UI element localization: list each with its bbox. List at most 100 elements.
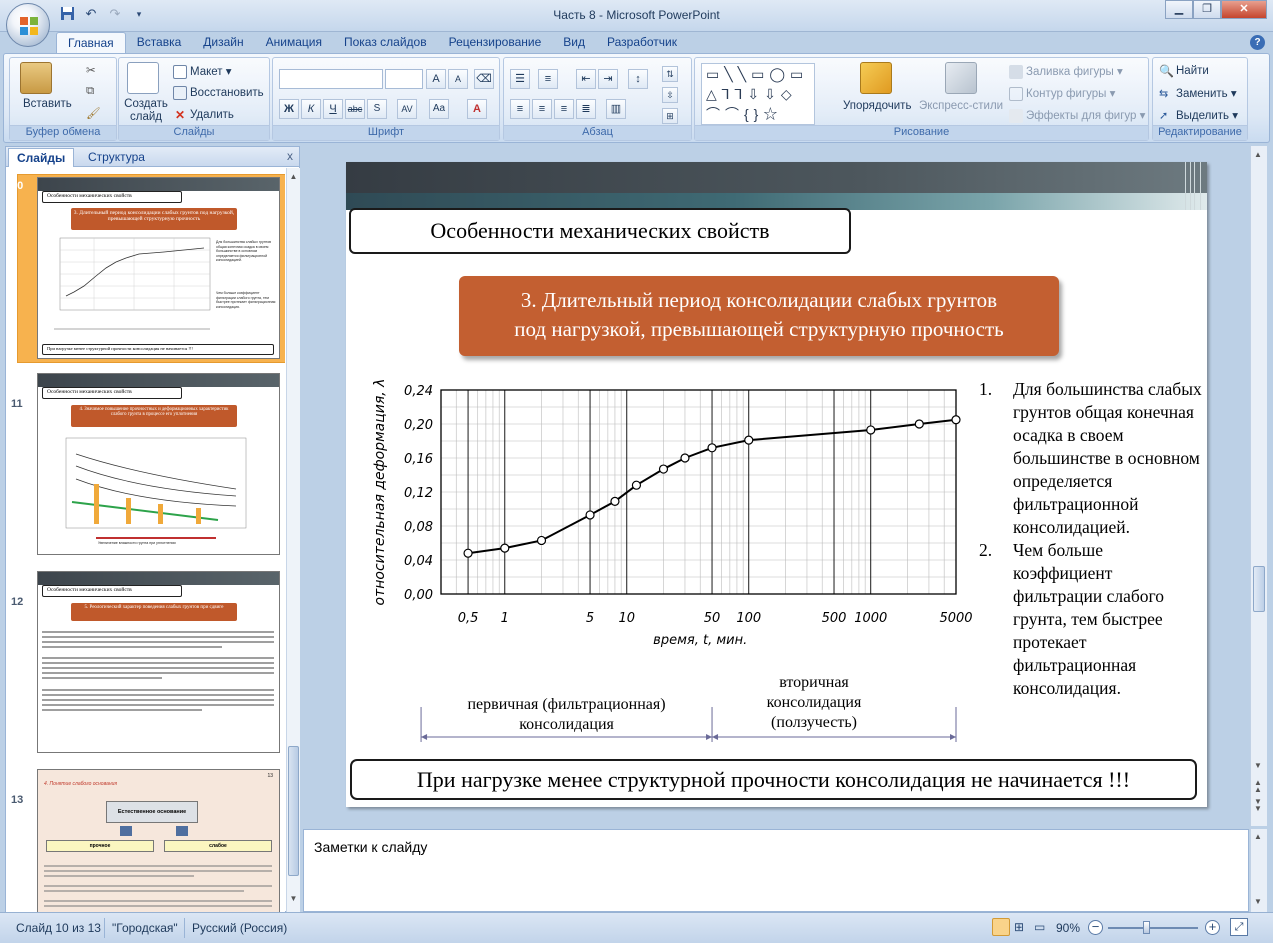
italic-icon[interactable]: К — [301, 99, 321, 119]
thumbnail-slide-10[interactable]: Особенности механических свойств 3. Длит… — [37, 177, 280, 359]
zoom-slider-thumb[interactable] — [1143, 921, 1150, 934]
font-name-combo[interactable] — [279, 69, 383, 89]
font-color-icon[interactable]: A — [467, 99, 487, 119]
char-spacing-icon[interactable]: AV — [397, 99, 417, 119]
slide-title[interactable]: Особенности механических свойств — [349, 208, 851, 254]
scroll-thumb[interactable] — [288, 746, 299, 876]
tab-developer[interactable]: Разработчик — [596, 32, 688, 54]
columns-icon[interactable]: ▥ — [606, 99, 626, 119]
chart-x-tick-label: 10 — [618, 611, 635, 626]
cut-icon[interactable]: ✂ — [86, 63, 96, 77]
increase-indent-icon[interactable]: ⇥ — [598, 69, 618, 89]
justify-icon[interactable]: ≣ — [576, 99, 596, 119]
slide-numbered-list[interactable]: 1. Для большинства слабых грунтов общая … — [979, 378, 1204, 700]
shape-effects-button[interactable]: Эффекты для фигур ▾ — [1009, 108, 1145, 123]
scroll-down-icon[interactable]: ▼ — [1254, 761, 1262, 770]
decrease-indent-icon[interactable]: ⇤ — [576, 69, 596, 89]
scroll-up-icon[interactable]: ▲ — [1254, 832, 1262, 841]
notes-pane[interactable]: Заметки к слайду — [303, 829, 1249, 912]
thumbnail-slide-12[interactable]: Особенности механических свойств 5. Реол… — [37, 571, 280, 753]
slide-subtitle-box[interactable]: 3. Длительный период консолидации слабых… — [459, 276, 1059, 356]
next-slide-icon[interactable]: ▼ ▼ — [1254, 798, 1262, 813]
scroll-down-icon[interactable]: ▼ — [288, 894, 299, 908]
shrink-font-icon[interactable]: A — [448, 69, 468, 89]
reset-button[interactable]: Восстановить — [173, 86, 264, 100]
group-paragraph: ☰ ≡ ⇤ ⇥ ↕ ⇅ ≡ ≡ ≡ ≣ ▥ ⇳ ⊞ Абзац — [503, 57, 692, 141]
paste-icon[interactable] — [20, 62, 52, 94]
clear-format-icon[interactable]: ⌫ — [474, 69, 494, 89]
notes-scrollbar[interactable]: ▲ ▼ — [1250, 829, 1267, 912]
change-case-icon[interactable]: Aa — [429, 99, 449, 119]
shadow-icon[interactable]: S — [367, 99, 387, 119]
normal-view-icon[interactable] — [992, 918, 1010, 936]
tab-view[interactable]: Вид — [552, 32, 596, 54]
shape-fill-button[interactable]: Заливка фигуры ▾ — [1009, 64, 1123, 79]
tab-design[interactable]: Дизайн — [192, 32, 254, 54]
thumbnails-scrollbar[interactable]: ▲ ▼ — [286, 168, 300, 912]
replace-button[interactable]: ⇆ Заменить ▾ — [1159, 86, 1237, 101]
tab-home[interactable]: Главная — [56, 32, 126, 54]
scroll-thumb[interactable] — [1253, 566, 1265, 612]
paste-button[interactable]: Вставить — [23, 98, 72, 110]
new-slide-button[interactable]: Создать слайд — [123, 98, 169, 124]
grow-font-icon[interactable]: A — [426, 69, 446, 89]
slide-bottom-note[interactable]: При нагрузке менее структурной прочности… — [350, 759, 1197, 800]
align-text-icon[interactable]: ⇳ — [662, 87, 678, 103]
underline-icon[interactable]: Ч — [323, 99, 343, 119]
notes-placeholder[interactable]: Заметки к слайду — [314, 839, 427, 855]
consolidation-chart[interactable]: 0,00 0,04 0,08 0,12 0,16 0,20 0,24 0,5 1 5 10 50 10… — [366, 372, 981, 757]
bullets-icon[interactable]: ☰ — [510, 69, 530, 89]
previous-slide-icon[interactable]: ▲ ▲ — [1254, 779, 1262, 794]
tab-slideshow[interactable]: Показ слайдов — [333, 32, 438, 54]
maximize-button[interactable]: ❐ — [1193, 0, 1221, 19]
arrange-button[interactable]: Упорядочить — [843, 100, 911, 112]
tab-animation[interactable]: Анимация — [255, 32, 333, 54]
find-button[interactable]: 🔍 Найти — [1159, 64, 1209, 78]
scroll-down-icon[interactable]: ▼ — [1254, 897, 1262, 906]
quick-styles-button[interactable]: Экспресс-стили — [919, 100, 1003, 112]
close-pane-icon[interactable]: x — [287, 149, 293, 163]
font-size-combo[interactable] — [385, 69, 423, 89]
new-slide-icon[interactable] — [127, 62, 159, 94]
thumbnail-slide-11[interactable]: Особенности механических свойств 4. Знач… — [37, 373, 280, 555]
zoom-slider-track[interactable] — [1108, 927, 1198, 929]
slide-vertical-scrollbar[interactable]: ▲ ▼ ▲ ▲ ▼ ▼ — [1250, 146, 1267, 826]
tab-slides[interactable]: Слайды — [8, 148, 75, 167]
numbering-icon[interactable]: ≡ — [538, 69, 558, 89]
tab-outline[interactable]: Структура — [80, 148, 153, 167]
status-theme[interactable]: "Городская" — [112, 921, 178, 935]
shape-outline-button[interactable]: Контур фигуры ▾ — [1009, 86, 1115, 101]
zoom-in-icon[interactable]: + — [1205, 920, 1220, 935]
shapes-gallery[interactable]: ▭╲╲▭◯▭ △⅂⅂⇩⇩◇ ⌒⌒{}☆ — [701, 63, 815, 125]
select-button[interactable]: ➚ Выделить ▾ — [1159, 108, 1238, 123]
align-right-icon[interactable]: ≡ — [554, 99, 574, 119]
zoom-level[interactable]: 90% — [1056, 921, 1080, 935]
scroll-up-icon[interactable]: ▲ — [1254, 150, 1262, 159]
tab-review[interactable]: Рецензирование — [438, 32, 553, 54]
help-icon[interactable]: ? — [1250, 35, 1265, 50]
arrange-icon[interactable] — [860, 62, 892, 94]
status-language[interactable]: Русский (Россия) — [192, 921, 287, 935]
zoom-out-icon[interactable]: − — [1088, 920, 1103, 935]
bold-icon[interactable]: Ж — [279, 99, 299, 119]
tab-insert[interactable]: Вставка — [126, 32, 193, 54]
align-center-icon[interactable]: ≡ — [532, 99, 552, 119]
delete-slide-button[interactable]: ✕ Удалить — [173, 108, 234, 122]
line-spacing-icon[interactable]: ↕ — [628, 69, 648, 89]
minimize-button[interactable]: ▁ — [1165, 0, 1193, 19]
scroll-up-icon[interactable]: ▲ — [288, 172, 299, 186]
office-button[interactable] — [6, 3, 50, 47]
layout-button[interactable]: Макет ▾ — [173, 64, 232, 79]
align-left-icon[interactable]: ≡ — [510, 99, 530, 119]
copy-icon[interactable]: ⧉ — [86, 85, 94, 98]
close-button[interactable]: ✕ — [1221, 0, 1267, 19]
smartart-icon[interactable]: ⊞ — [662, 108, 678, 124]
thumbnail-slide-13[interactable]: 4. Понятие слабого основания 13 Естестве… — [37, 769, 280, 912]
slideshow-icon[interactable]: ▭ — [1034, 920, 1045, 934]
text-direction-icon[interactable]: ⇅ — [662, 66, 678, 82]
fit-to-window-icon[interactable]: ⤢ — [1230, 918, 1248, 936]
strikethrough-icon[interactable]: abc — [345, 99, 365, 119]
format-painter-icon[interactable]: 🖌 — [86, 106, 101, 120]
quick-styles-icon[interactable] — [945, 62, 977, 94]
slide-sorter-icon[interactable]: ⊞ — [1014, 920, 1024, 934]
